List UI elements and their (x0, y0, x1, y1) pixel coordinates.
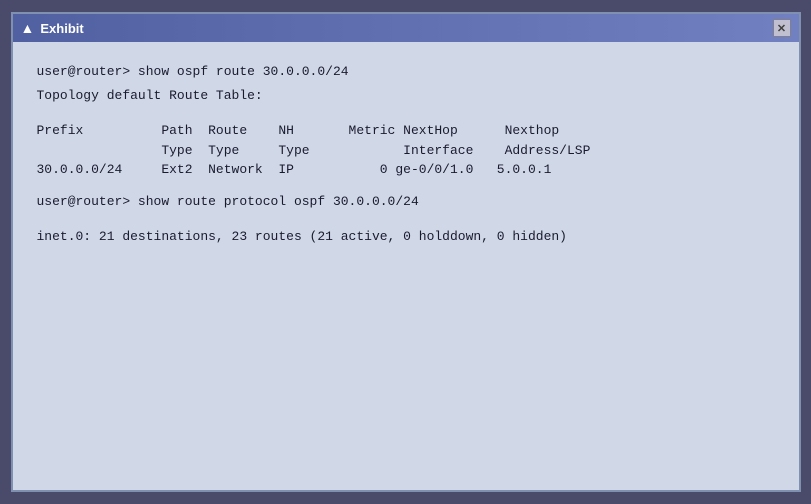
spacer-2 (37, 180, 775, 192)
close-button[interactable]: ✕ (773, 19, 791, 37)
table-header-2: Type Type Type Interface Address/LSP (37, 141, 775, 161)
title-bar-left: ▲ Exhibit (21, 20, 84, 36)
spacer-1 (37, 109, 775, 121)
window-title: Exhibit (40, 21, 83, 36)
inet-line: inet.0: 21 destinations, 23 routes (21 a… (37, 227, 775, 247)
table-header-1: Prefix Path Route NH Metric NextHop Next… (37, 121, 775, 141)
table-data-row: 30.0.0.0/24 Ext2 Network IP 0 ge-0/0/1.0… (37, 160, 775, 180)
window-icon: ▲ (21, 20, 35, 36)
spacer-3 (37, 215, 775, 227)
exhibit-window: ▲ Exhibit ✕ user@router> show ospf route… (11, 12, 801, 492)
command-line-1: user@router> show ospf route 30.0.0.0/24 (37, 62, 775, 82)
command-line-2: user@router> show route protocol ospf 30… (37, 192, 775, 212)
topology-line: Topology default Route Table: (37, 86, 775, 106)
title-bar: ▲ Exhibit ✕ (13, 14, 799, 42)
terminal-content: user@router> show ospf route 30.0.0.0/24… (13, 42, 799, 271)
